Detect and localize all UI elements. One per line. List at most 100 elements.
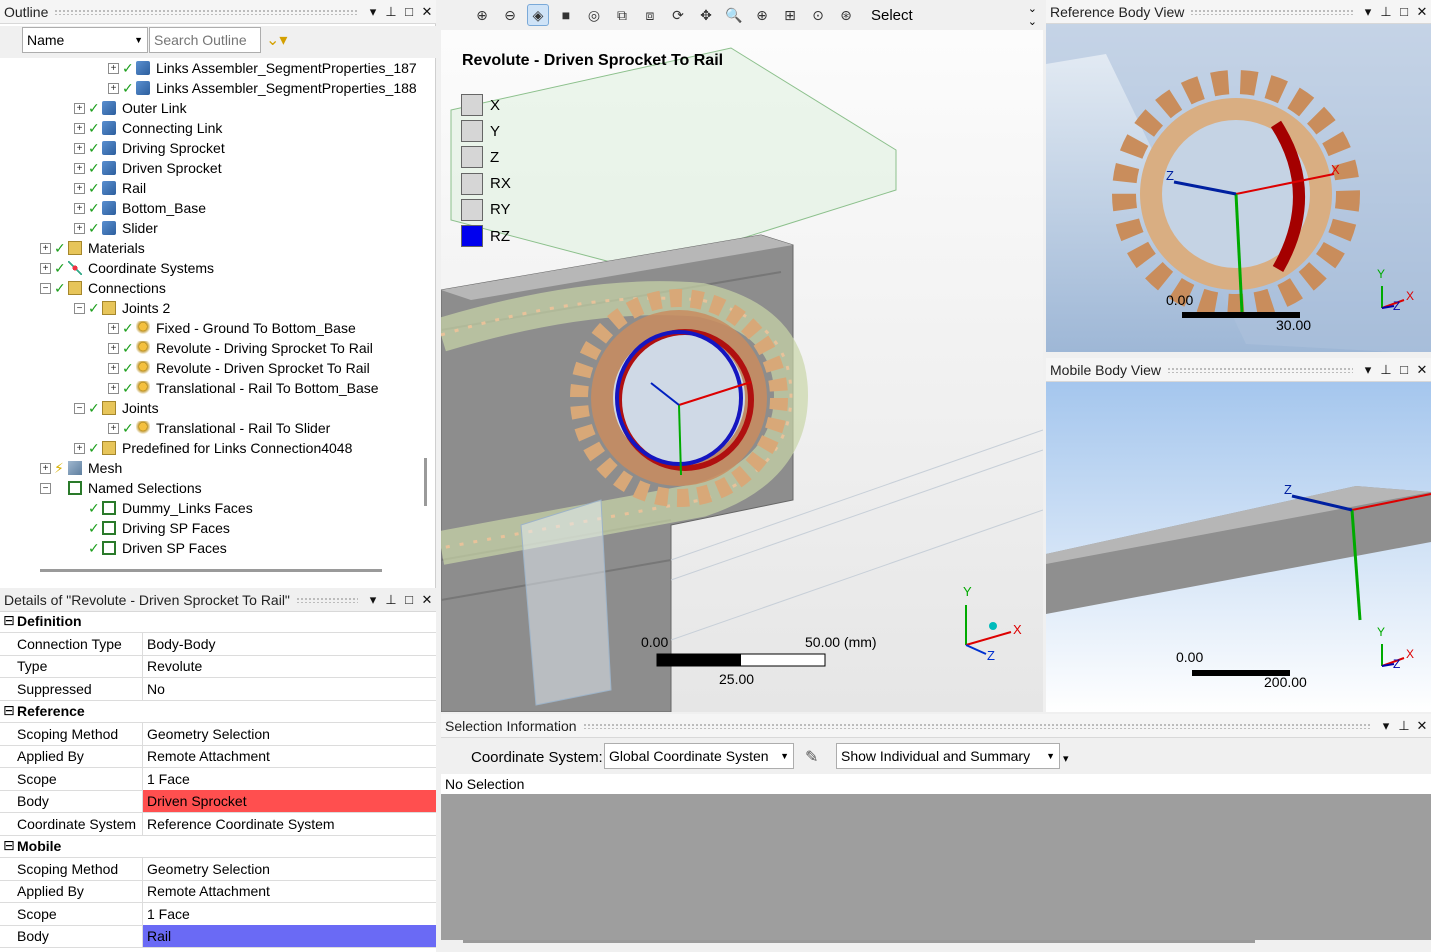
tree-item[interactable]: + ✓ Driven Sprocket — [74, 158, 222, 178]
mobile-body-view[interactable]: Mobile Body View ▾ ⊥ □ ✕ Z 0.00 200.00 Y… — [1046, 358, 1431, 712]
expand-icon[interactable]: + — [74, 182, 85, 194]
row-mob-scoping-method[interactable]: Scoping Method Geometry Selection — [0, 858, 436, 881]
tree-item[interactable]: + ✓ Outer Link — [74, 98, 187, 118]
row-suppressed[interactable]: Suppressed No — [0, 678, 436, 701]
row-ref-coordinate-system[interactable]: Coordinate System Reference Coordinate Sy… — [0, 813, 436, 836]
row-connection-type[interactable]: Connection Type Body-Body — [0, 633, 436, 656]
toolbar-overflow-icon[interactable]: ▾ — [1063, 752, 1069, 765]
expand-icon[interactable]: + — [74, 442, 85, 454]
zoom-to-fit-icon[interactable]: ⊕ — [471, 4, 493, 26]
pin-icon[interactable]: ⊥ — [382, 592, 400, 608]
name-dropdown[interactable]: Name ▼ — [22, 27, 148, 53]
row-value[interactable]: 1 Face — [143, 768, 436, 790]
row-ref-applied-by[interactable]: Applied By Remote Attachment — [0, 745, 436, 768]
expand-icon[interactable]: + — [74, 162, 85, 174]
row-ref-body[interactable]: Body Driven Sprocket — [0, 790, 436, 813]
edit-icon[interactable]: ✎ — [805, 747, 818, 767]
section-reference[interactable]: ⊟ Reference — [0, 700, 436, 723]
drag-grip[interactable] — [582, 722, 1371, 729]
row-mob-scope[interactable]: Scope 1 Face — [0, 903, 436, 926]
expand-icon[interactable]: + — [74, 222, 85, 234]
panel-menu-icon[interactable]: ▾ — [1359, 4, 1377, 20]
horizontal-scrollbar[interactable] — [463, 940, 1255, 943]
fit-icon[interactable]: ⊙ — [807, 4, 829, 26]
collapse-icon[interactable]: ⊟ — [3, 702, 15, 719]
display-mode-dropdown[interactable]: Show Individual and Summary ▼ — [836, 743, 1060, 769]
search-input[interactable] — [149, 27, 261, 53]
expand-icon[interactable]: + — [74, 102, 85, 114]
close-icon[interactable]: ✕ — [418, 592, 436, 608]
panel-menu-icon[interactable]: ▾ — [364, 592, 382, 608]
zoom-icon[interactable]: 🔍 — [723, 4, 745, 26]
drag-grip[interactable] — [54, 8, 358, 15]
expand-icon[interactable]: + — [108, 62, 119, 74]
maximize-icon[interactable]: □ — [400, 4, 418, 19]
explode-icon[interactable]: ⧉ — [611, 4, 633, 26]
tree-item[interactable]: + ✓ Rail — [74, 178, 146, 198]
reference-body-view[interactable]: Reference Body View ▾ ⊥ □ ✕ X Z 0.00 30.… — [1046, 0, 1431, 352]
tree-item[interactable]: + ⚡ Mesh — [40, 458, 122, 478]
graphics-viewport[interactable]: 0.00 50.00 (mm) 25.00 Y X Z Revolute - D… — [441, 0, 1043, 712]
row-value[interactable]: Geometry Selection — [143, 858, 436, 880]
pin-icon[interactable]: ⊥ — [1377, 362, 1395, 378]
magnifier-icon[interactable]: ⊛ — [835, 4, 857, 26]
tree-item[interactable]: + ✓ Fixed - Ground To Bottom_Base — [108, 318, 356, 338]
expand-icon[interactable]: + — [108, 342, 119, 354]
expand-icon[interactable]: + — [40, 462, 51, 474]
panel-menu-icon[interactable]: ▾ — [364, 4, 382, 20]
expand-icon[interactable]: + — [74, 142, 85, 154]
row-type[interactable]: Type Revolute — [0, 655, 436, 678]
body-select-icon[interactable]: ◈ — [527, 4, 549, 26]
expand-icon[interactable]: + — [40, 262, 51, 274]
section-definition[interactable]: ⊟ Definition — [0, 610, 436, 633]
tree-item[interactable]: ✓ Driving SP Faces — [74, 518, 230, 538]
panel-menu-icon[interactable]: ▾ — [1359, 362, 1377, 378]
tree-item[interactable]: − Named Selections — [40, 478, 202, 498]
selection-grid[interactable] — [441, 794, 1431, 940]
tree-item[interactable]: + ✓ Translational - Rail To Slider — [108, 418, 330, 438]
zoom-in-icon[interactable]: ⊕ — [751, 4, 773, 26]
tree-item[interactable]: + ✓ Links Assembler_SegmentProperties_187 — [108, 58, 417, 78]
expand-icon[interactable]: + — [108, 422, 119, 434]
tree-item[interactable]: ✓ Dummy_Links Faces — [74, 498, 253, 518]
group-icon[interactable]: ⧈ — [639, 4, 661, 26]
row-value[interactable]: Geometry Selection — [143, 723, 436, 745]
collapse-icon[interactable]: ⊟ — [3, 612, 15, 629]
tree-item[interactable]: + ✓ Materials — [40, 238, 145, 258]
expand-icon[interactable]: + — [108, 362, 119, 374]
close-icon[interactable]: ✕ — [1413, 4, 1431, 20]
row-value[interactable]: Driven Sprocket — [143, 790, 436, 812]
shaded-icon[interactable]: ■ — [555, 4, 577, 26]
expand-icon[interactable]: + — [74, 122, 85, 134]
maximize-icon[interactable]: □ — [1395, 4, 1413, 19]
expand-icon[interactable]: + — [74, 202, 85, 214]
tree-item[interactable]: + ✓ Connecting Link — [74, 118, 222, 138]
coordinate-system-dropdown[interactable]: Global Coordinate Systen ▼ — [604, 743, 794, 769]
box-zoom-icon[interactable]: ⊞ — [779, 4, 801, 26]
tree-item[interactable]: + ✓ Bottom_Base — [74, 198, 206, 218]
wireframe-icon[interactable]: ◎ — [583, 4, 605, 26]
pin-icon[interactable]: ⊥ — [382, 4, 400, 20]
expand-icon[interactable]: + — [108, 382, 119, 394]
tree-item[interactable]: − ✓ Joints — [74, 398, 159, 418]
row-value[interactable]: Reference Coordinate System — [143, 813, 436, 835]
collapse-icon[interactable]: − — [74, 302, 85, 314]
tree-item[interactable]: + ✓ Driving Sprocket — [74, 138, 225, 158]
vertical-scrollbar[interactable] — [424, 458, 427, 506]
row-value[interactable]: 1 Face — [143, 903, 436, 925]
pan-icon[interactable]: ✥ — [695, 4, 717, 26]
expand-icon[interactable]: + — [40, 242, 51, 254]
expand-icon[interactable]: + — [108, 82, 119, 94]
row-ref-scope[interactable]: Scope 1 Face — [0, 768, 436, 791]
zoom-out-icon[interactable]: ⊖ — [499, 4, 521, 26]
toolbar-overflow-icon[interactable]: ⌄ ⌄ — [1028, 2, 1037, 28]
drag-grip[interactable] — [1190, 8, 1353, 15]
close-icon[interactable]: ✕ — [418, 4, 436, 20]
row-value[interactable]: Revolute — [143, 655, 436, 677]
model-render[interactable]: 0.00 50.00 (mm) 25.00 Y X Z — [441, 0, 1043, 712]
row-value[interactable]: Remote Attachment — [143, 745, 436, 767]
tree-item[interactable]: − ✓ Connections — [40, 278, 166, 298]
pin-icon[interactable]: ⊥ — [1377, 4, 1395, 20]
tree-item[interactable]: + ✓ Revolute - Driving Sprocket To Rail — [108, 338, 373, 358]
expand-icon[interactable]: + — [108, 322, 119, 334]
